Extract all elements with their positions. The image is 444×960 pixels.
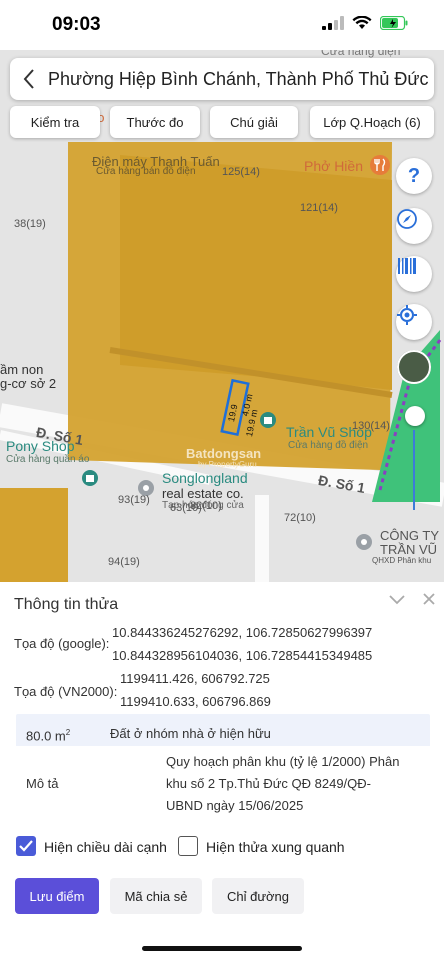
chevron-left-icon (23, 69, 34, 89)
directions-button[interactable]: Chỉ đường (212, 878, 304, 914)
area-value: 80.0 m2 (26, 728, 71, 744)
poi-pony-sub: Cửa hàng quần áo (6, 454, 90, 465)
battery-icon (380, 16, 408, 30)
vn2000-coords-label: Tọa độ (VN2000): (14, 684, 118, 699)
description-row: Mô tả Quy hoạch phân khu (tỷ lệ 1/2000) … (16, 746, 430, 846)
google-coord-1: 10.844336245276292, 106.72850627996397 (112, 625, 373, 640)
restaurant-icon (370, 155, 390, 175)
home-indicator[interactable] (142, 946, 302, 951)
lot-label: 94(19) (108, 556, 140, 568)
save-point-button[interactable]: Lưu điểm (15, 878, 99, 914)
layer-tag: QHXD Phân khu (372, 556, 432, 565)
show-edges-checkbox[interactable] (16, 836, 36, 856)
street-view-thumbnail[interactable] (397, 350, 431, 384)
signal-icon (322, 16, 344, 30)
compass-button[interactable] (396, 208, 432, 244)
poi-congty: CÔNG TY (380, 528, 439, 543)
location-icon (397, 305, 417, 325)
shop-pin-icon (356, 534, 372, 550)
watermark: Batdongsan (186, 446, 262, 461)
status-bar: 09:03 (0, 0, 444, 50)
vn2000-coord-1: 1199411.426, 606792.725 (120, 671, 270, 686)
shop-pin-icon (260, 412, 276, 428)
poi-mamnon: ầm non (0, 362, 44, 377)
show-neighbors-label: Hiện thửa xung quanh (206, 839, 345, 855)
help-icon: ? (407, 164, 421, 187)
location-title: Phường Hiệp Bình Chánh, Thành Phố Thủ Đứ… (48, 68, 429, 89)
land-info-box: 80.0 m2 Đất ở nhóm nhà ở hiện hữu Mô tả … (16, 714, 430, 846)
description-line-1: Quy hoạch phân khu (tỷ lệ 1/2000) Phân (166, 754, 400, 769)
zone-bottom-left (0, 488, 68, 582)
google-coords-label: Tọa độ (google): (14, 636, 110, 651)
legend-button[interactable]: Chú giải (210, 106, 298, 138)
back-button[interactable] (10, 58, 48, 100)
google-coord-2: 10.844328956104036, 106.72854415349485 (112, 648, 373, 663)
poi-mamnon-2: g-cơ sở 2 (0, 376, 57, 391)
lot-label: 125(14) (222, 166, 260, 178)
help-button[interactable]: ? (396, 158, 432, 194)
check-button[interactable]: Kiểm tra (10, 106, 100, 138)
planning-layers-button[interactable]: Lớp Q.Hoạch (6) (310, 106, 434, 138)
lot-label: 63(10) (170, 502, 202, 514)
status-icons (322, 16, 408, 30)
header-bar: Phường Hiệp Bình Chánh, Thành Phố Thủ Đứ… (10, 58, 434, 100)
poi-phohien: Phở Hiền (304, 158, 363, 174)
parcel-info-panel: Thông tin thửa Tọa độ (google): 10.84433… (0, 582, 444, 960)
poi-dienmay-sub: Cửa hàng bán đồ điện (96, 166, 196, 177)
poi-songlong: Songlongland (162, 470, 248, 486)
poi-tranvu: Trần Vũ Shop (286, 424, 372, 440)
description-line-3: UBND ngày 15/06/2025 (166, 798, 304, 813)
watermark-sub: by PropertyGuru (198, 460, 257, 469)
opacity-slider-handle[interactable] (405, 406, 425, 426)
land-use-type: Đất ở nhóm nhà ở hiện hữu (110, 726, 271, 741)
show-neighbors-checkbox[interactable] (178, 836, 198, 856)
poi-pony: Pony Shop (6, 438, 75, 454)
measure-button[interactable]: Thước đo (110, 106, 200, 138)
description-line-2: khu số 2 Tp.Thủ Đức QĐ 8249/QĐ- (166, 776, 371, 791)
barcode-icon (398, 258, 416, 274)
poi-tranvu-sub: Cửa hàng đồ điện (288, 440, 369, 451)
compass-icon (397, 209, 417, 229)
close-icon[interactable] (422, 592, 436, 606)
poi-congty-2: TRẦN VŨ (380, 542, 438, 557)
chevron-down-icon[interactable] (388, 594, 406, 606)
vn2000-coord-2: 1199410.633, 606796.869 (120, 694, 271, 709)
lot-label: 72(10) (284, 512, 316, 524)
show-edges-label: Hiện chiều dài cạnh (44, 839, 167, 855)
description-label: Mô tả (26, 776, 59, 791)
barcode-button[interactable] (396, 256, 432, 292)
lot-label: 121(14) (300, 202, 338, 214)
poi-label: Cửa hàng điện (321, 50, 401, 58)
share-code-button[interactable]: Mã chia sẻ (110, 878, 202, 914)
checkmark-icon (19, 840, 33, 852)
lot-label: 38(19) (14, 218, 46, 230)
locate-button[interactable] (396, 304, 432, 340)
status-time: 09:03 (52, 14, 101, 35)
poi-songlong-sub: real estate co. (162, 486, 244, 501)
shop-pin-icon (82, 470, 98, 486)
lot-label: 93(19) (118, 494, 150, 506)
zone-inner (120, 155, 392, 390)
panel-title: Thông tin thửa (14, 596, 119, 613)
wifi-icon (352, 16, 372, 29)
